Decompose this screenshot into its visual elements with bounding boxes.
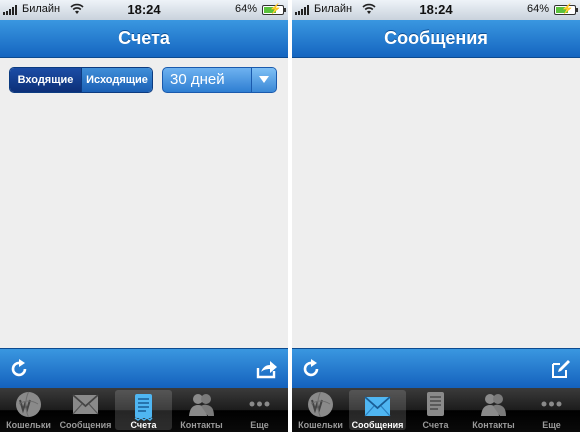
tab-label: Контакты	[472, 420, 515, 430]
more-dots-icon	[249, 401, 270, 407]
direction-segmented-control: Входящие Исходящие	[9, 67, 153, 93]
bottom-toolbar	[292, 348, 580, 388]
tab-more[interactable]: Еще	[523, 388, 580, 432]
envelope-icon	[364, 396, 391, 417]
webmoney-globe-icon	[308, 391, 333, 418]
battery-percentage: 64%	[234, 3, 257, 15]
status-bar: Билайн 18:24 64% ⚡	[292, 0, 580, 20]
incoming-segment[interactable]: Входящие	[10, 68, 81, 92]
battery-icon: ⚡	[554, 4, 578, 15]
navigation-bar: Счета	[0, 20, 288, 58]
tab-bar: Кошельки Сообщения Счета Контакты Еще	[0, 388, 288, 432]
tab-label: Еще	[542, 420, 561, 430]
contacts-icon	[189, 394, 214, 416]
battery-percentage: 64%	[526, 3, 549, 15]
envelope-icon	[72, 394, 99, 415]
tab-invoices[interactable]: Счета	[115, 390, 172, 430]
tab-label: Сообщения	[351, 420, 404, 430]
share-icon[interactable]	[256, 359, 278, 379]
period-dropdown-value: 30 дней	[170, 71, 225, 88]
tab-label: Контакты	[180, 420, 223, 430]
tab-contacts[interactable]: Контакты	[465, 388, 522, 432]
refresh-icon[interactable]	[301, 359, 323, 379]
invoice-receipt-icon	[134, 394, 153, 421]
compose-icon[interactable]	[550, 359, 572, 379]
page-title: Сообщения	[384, 28, 488, 48]
tab-messages[interactable]: Сообщения	[57, 388, 114, 432]
contacts-icon	[481, 394, 506, 416]
tab-wallets[interactable]: Кошельки	[0, 388, 57, 432]
tab-wallets[interactable]: Кошельки	[292, 388, 349, 432]
tab-more[interactable]: Еще	[231, 388, 288, 432]
bottom-toolbar	[0, 348, 288, 388]
status-bar: Билайн 18:24 64% ⚡	[0, 0, 288, 20]
more-dots-icon	[541, 401, 562, 407]
tab-label: Сообщения	[59, 420, 112, 430]
battery-icon: ⚡	[262, 4, 286, 15]
webmoney-globe-icon	[16, 391, 41, 418]
page-title: Счета	[118, 28, 170, 48]
tab-bar: Кошельки Сообщения Счета Контакты Еще	[292, 388, 580, 432]
messages-screen: Билайн 18:24 64% ⚡ Сообщения Кошельки Со…	[292, 0, 580, 432]
refresh-icon[interactable]	[9, 359, 31, 379]
tab-messages[interactable]: Сообщения	[349, 390, 406, 430]
invoices-screen: Билайн 18:24 64% ⚡ Счета Входящие Исходя…	[0, 0, 288, 432]
tab-label: Счета	[130, 420, 157, 430]
tab-label: Счета	[422, 420, 449, 430]
tab-label: Еще	[250, 420, 269, 430]
chevron-down-icon	[259, 76, 269, 83]
tab-contacts[interactable]: Контакты	[173, 388, 230, 432]
outgoing-segment[interactable]: Исходящие	[81, 68, 152, 92]
tab-label: Кошельки	[6, 420, 51, 430]
period-dropdown[interactable]: 30 дней	[162, 67, 277, 93]
tab-label: Кошельки	[298, 420, 343, 430]
navigation-bar: Сообщения	[292, 20, 580, 58]
dropdown-button[interactable]	[251, 68, 276, 92]
invoice-receipt-icon	[427, 392, 444, 416]
tab-invoices[interactable]: Счета	[407, 388, 464, 432]
